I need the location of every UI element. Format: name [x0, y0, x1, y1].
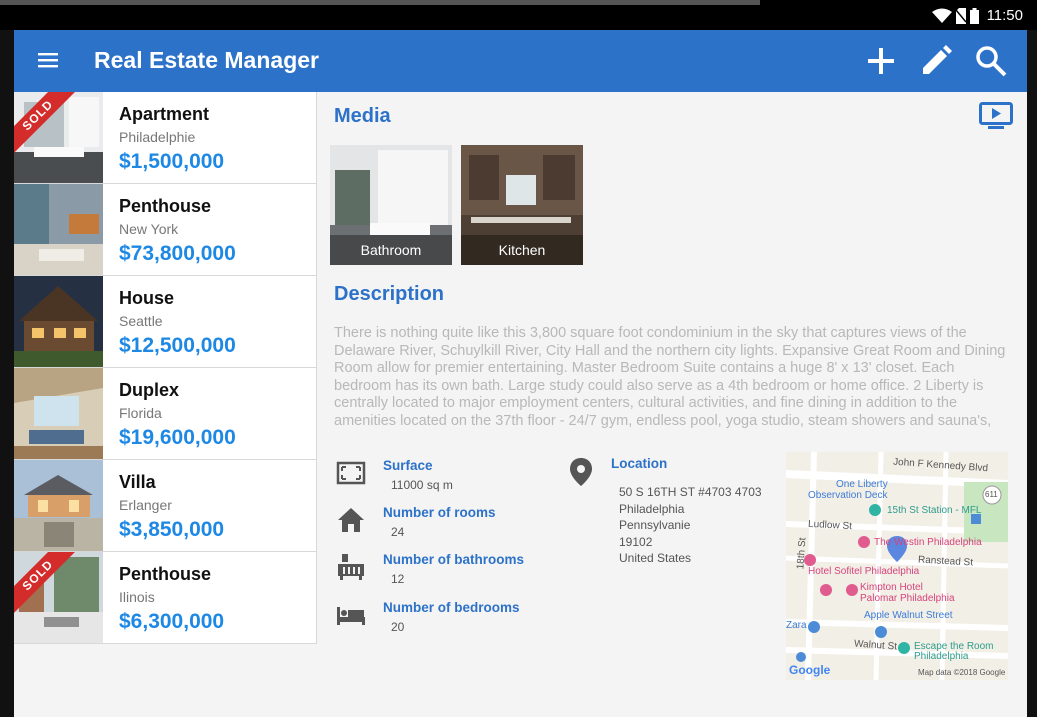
media-title: Media: [334, 105, 391, 127]
feature-label: Number of rooms: [383, 505, 496, 520]
location-map[interactable]: John F Kennedy Blvd One Liberty Observat…: [786, 452, 1008, 680]
map-poi-label: Palomar Philadelphia: [860, 593, 955, 604]
wifi-icon: [931, 8, 952, 23]
property-price: $3,850,000: [119, 518, 225, 541]
property-card[interactable]: Penthouse New York $73,800,000: [14, 184, 317, 276]
search-icon[interactable]: [974, 44, 1008, 78]
property-city: Philadelphie: [119, 129, 196, 145]
battery-icon: [969, 7, 979, 24]
feature-value: 12: [391, 572, 405, 586]
feature-label: Number of bedrooms: [383, 600, 520, 615]
add-icon[interactable]: [864, 44, 898, 78]
map-poi-label: 15th St Station - MFL: [887, 505, 982, 516]
address-line: Philadelphia: [619, 501, 685, 516]
map-street-label: Ludlow St: [807, 518, 853, 533]
slideshow-icon[interactable]: [979, 102, 1013, 130]
bed-icon: [337, 607, 365, 625]
media-tile[interactable]: Bathroom: [330, 145, 452, 265]
app-window: Real Estate Manager SOLD Apartment Phila…: [14, 30, 1027, 717]
map-poi-label: The Westin Philadelphia: [874, 537, 982, 548]
property-card[interactable]: SOLD Apartment Philadelphie $1,500,000: [14, 92, 317, 184]
property-card[interactable]: House Seattle $12,500,000: [14, 276, 317, 368]
address-line: 50 S 16TH ST #4703 4703: [619, 485, 762, 499]
description-text: There is nothing quite like this 3,800 s…: [334, 325, 1006, 429]
map-street-label: 18th St: [795, 537, 809, 570]
property-detail: Media Bathroom Kitchen Description There…: [318, 92, 1027, 717]
feature-label: Number of bathrooms: [383, 552, 525, 567]
property-thumbnail: [14, 460, 103, 551]
location-pin-icon: [570, 458, 592, 486]
property-price: $73,800,000: [119, 242, 236, 265]
google-logo: Google: [789, 663, 831, 677]
property-price: $6,300,000: [119, 610, 225, 633]
map-poi-label: One Liberty: [836, 479, 888, 490]
property-city: Ilinois: [119, 589, 155, 605]
property-card[interactable]: Villa Erlanger $3,850,000: [14, 460, 317, 552]
property-type: Apartment: [119, 104, 210, 124]
surface-icon: [336, 461, 366, 485]
property-type: Penthouse: [119, 564, 212, 584]
app-bar: Real Estate Manager: [14, 30, 1027, 92]
location-label: Location: [611, 456, 668, 471]
property-city: Seattle: [119, 313, 163, 329]
map-attribution: Map data ©2018 Google: [918, 668, 1006, 677]
feature-label: Surface: [383, 458, 433, 473]
map-poi-label: Kimpton Hotel: [860, 582, 923, 593]
map-poi-label: Apple Walnut Street: [864, 610, 953, 621]
property-type: House: [119, 288, 175, 308]
property-city: Erlanger: [119, 497, 172, 513]
clock: 11:50: [986, 7, 1023, 24]
media-tile[interactable]: Kitchen: [461, 145, 583, 265]
property-thumbnail: SOLD: [14, 552, 103, 643]
property-city: New York: [119, 221, 179, 237]
bathtub-icon: [338, 554, 364, 580]
address-line: 19102: [619, 534, 653, 549]
feature-value: 24: [391, 525, 405, 539]
map-route-label: 611: [985, 490, 998, 499]
property-card[interactable]: Duplex Florida $19,600,000: [14, 368, 317, 460]
feature-value: 20: [391, 620, 405, 634]
no-sim-icon: [955, 7, 966, 24]
menu-icon[interactable]: [38, 50, 60, 70]
map-poi-label: Observation Deck: [808, 490, 888, 501]
property-type: Duplex: [119, 380, 180, 400]
map-poi-label: Philadelphia: [914, 651, 969, 662]
property-type: Villa: [119, 472, 156, 492]
property-price: $12,500,000: [119, 334, 236, 357]
property-type: Penthouse: [119, 196, 212, 216]
property-city: Florida: [119, 405, 162, 421]
property-list: SOLD Apartment Philadelphie $1,500,000 P…: [14, 92, 317, 644]
address: 50 S 16TH ST #4703 4703 Philadelphia Pen…: [619, 484, 762, 567]
property-price: $1,500,000: [119, 150, 225, 173]
property-thumbnail: [14, 184, 103, 275]
property-thumbnail: SOLD: [14, 92, 103, 183]
status-icons: 11:50: [931, 7, 1023, 24]
property-thumbnail: [14, 276, 103, 367]
status-bar-edge: [0, 0, 760, 5]
map-poi-label: Hotel Sofitel Philadelphia: [808, 566, 920, 577]
home-icon: [338, 508, 364, 532]
property-price: $19,600,000: [119, 426, 236, 449]
description-title: Description: [334, 283, 445, 305]
media-caption: Kitchen: [461, 235, 583, 265]
property-thumbnail: [14, 368, 103, 459]
address-line: Pennsylvanie: [619, 518, 691, 532]
property-card[interactable]: SOLD Penthouse Ilinois $6,300,000: [14, 552, 317, 644]
address-line: United States: [619, 551, 692, 565]
feature-value: 11000 sq m: [391, 478, 453, 492]
map-poi-label: Zara: [786, 620, 807, 631]
app-title: Real Estate Manager: [94, 47, 319, 73]
edit-icon[interactable]: [919, 44, 953, 78]
media-caption: Bathroom: [330, 235, 452, 265]
status-bar: 11:50: [0, 0, 1037, 30]
